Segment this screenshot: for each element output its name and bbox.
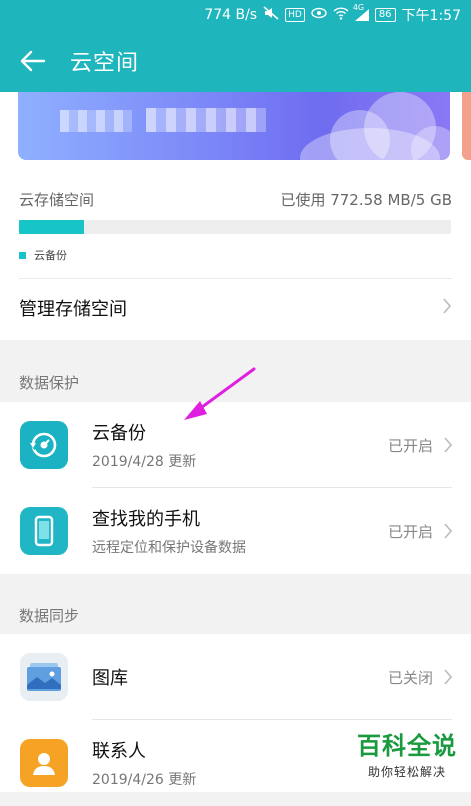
section-title-data-sync: 数据同步 [19, 607, 80, 625]
contacts-icon [20, 739, 68, 787]
gallery-icon [20, 653, 68, 701]
list-item-gallery[interactable]: 图库 已关闭 [0, 634, 471, 720]
watermark: 百科全说 助你轻松解决 [357, 726, 457, 780]
watermark-subtitle: 助你轻松解决 [367, 765, 446, 779]
chevron-right-icon [443, 668, 453, 686]
watermark-title: 百科全说 [357, 732, 457, 760]
item-name: 图库 [92, 668, 128, 689]
item-status: 已关闭 [387, 668, 433, 687]
